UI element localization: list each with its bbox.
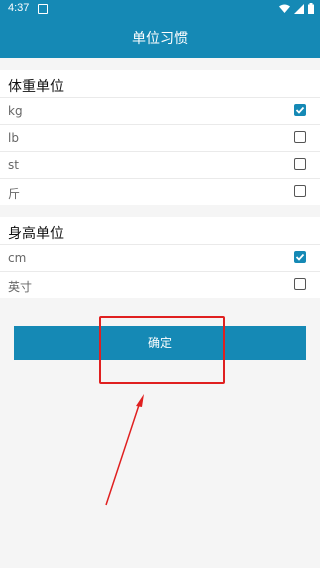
weight-section-header: 体重单位 xyxy=(0,70,320,98)
option-label: cm xyxy=(8,251,27,265)
checkmark-icon xyxy=(295,106,305,114)
status-icons xyxy=(279,3,314,14)
weight-option-kg[interactable]: kg xyxy=(0,97,320,124)
option-label: kg xyxy=(8,104,23,118)
checkbox-checked[interactable] xyxy=(294,251,306,263)
option-label: 英寸 xyxy=(8,280,33,294)
annotation-highlight-box xyxy=(99,316,225,384)
page-title: 单位习惯 xyxy=(132,31,188,47)
section-gap xyxy=(0,205,320,217)
height-option-inch[interactable]: 英寸 xyxy=(0,271,320,298)
weight-section-title: 体重单位 xyxy=(8,79,64,95)
wifi-icon xyxy=(279,4,290,13)
height-section-title: 身高单位 xyxy=(8,226,64,242)
height-section-header: 身高单位 xyxy=(0,217,320,245)
option-label: lb xyxy=(8,131,19,145)
status-bar: 4:37 xyxy=(0,0,320,18)
status-time: 4:37 xyxy=(8,2,30,14)
battery-icon xyxy=(308,3,314,14)
checkbox-unchecked[interactable] xyxy=(294,185,306,197)
option-label: st xyxy=(8,158,19,172)
notification-icon xyxy=(38,4,48,14)
weight-option-jin[interactable]: 斤 xyxy=(0,178,320,205)
checkbox-unchecked[interactable] xyxy=(294,158,306,170)
height-option-cm[interactable]: cm xyxy=(0,244,320,271)
option-label: 斤 xyxy=(8,187,21,201)
app-bar: 单位习惯 xyxy=(0,18,320,58)
section-gap xyxy=(0,58,320,70)
checkmark-icon xyxy=(295,253,305,261)
checkbox-unchecked[interactable] xyxy=(294,278,306,290)
signal-icon xyxy=(294,3,304,14)
checkbox-unchecked[interactable] xyxy=(294,131,306,143)
weight-option-st[interactable]: st xyxy=(0,151,320,178)
weight-option-lb[interactable]: lb xyxy=(0,124,320,151)
checkbox-checked[interactable] xyxy=(294,104,306,116)
